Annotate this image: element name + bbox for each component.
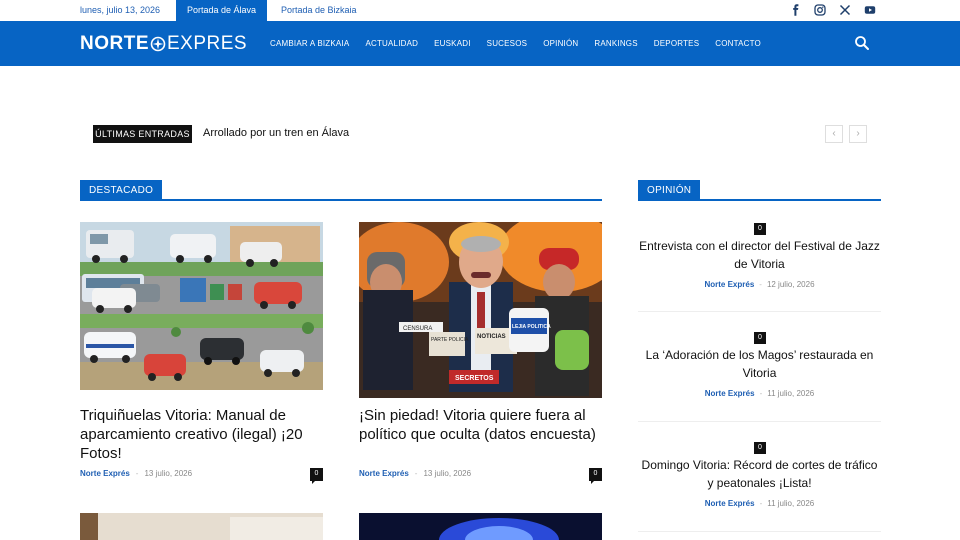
top-bar: lunes, julio 13, 2026 Portada de Álava P… — [0, 0, 960, 21]
search-icon[interactable] — [854, 35, 870, 51]
section-title-opinion: OPINIÓN — [638, 180, 701, 201]
opinion-item: 0 La ‘Adoración de los Magos’ restaurada… — [638, 332, 881, 422]
opinion-title[interactable]: Domingo Vitoria: Récord de cortes de trá… — [638, 456, 881, 492]
section-title-destacado: DESTACADO — [80, 180, 163, 201]
instagram-icon[interactable] — [813, 4, 827, 17]
opinion-meta: Norte Exprés -11 julio, 2026 — [638, 389, 881, 398]
opinion-meta: Norte Exprés -12 julio, 2026 — [638, 280, 881, 289]
article-date: 13 julio, 2026 — [144, 469, 193, 478]
section-header-opinion: OPINIÓN — [638, 180, 881, 201]
logo-text-light: EXPRES — [167, 33, 248, 54]
opinion-title[interactable]: Entrevista con el director del Festival … — [638, 237, 881, 273]
article-meta: Norte Exprés -13 julio, 2026 — [80, 469, 192, 478]
article-thumbnail-politician[interactable]: CENSURA PARTE POLICIA NOTICIAS LEJIA POL… — [359, 222, 602, 398]
article-author[interactable]: Norte Exprés — [80, 469, 130, 478]
article-title[interactable]: Triquiñuelas Vitoria: Manual de aparcami… — [80, 406, 323, 463]
comment-count-badge[interactable]: 0 — [754, 332, 766, 344]
article-meta: Norte Exprés -13 julio, 2026 — [359, 469, 471, 478]
article-image — [359, 513, 602, 540]
opinion-date: 12 julio, 2026 — [766, 280, 815, 289]
facebook-icon[interactable] — [789, 4, 803, 17]
meta-separator: - — [414, 469, 418, 478]
nav-actualidad[interactable]: ACTUALIDAD — [357, 39, 426, 48]
image-label-lejia-politica: LEJIA POLITICA — [512, 324, 551, 330]
nav-deportes[interactable]: DEPORTES — [646, 39, 707, 48]
meta-separator: - — [759, 389, 763, 398]
article-thumbnail-next[interactable] — [359, 513, 602, 540]
nav-opinion[interactable]: OPINIÓN — [535, 39, 586, 48]
opinion-meta: Norte Exprés -11 julio, 2026 — [638, 499, 881, 508]
article-thumbnail-parking[interactable] — [80, 222, 323, 390]
image-label-secretos: SECRETOS — [455, 375, 494, 382]
nav-rankings[interactable]: RANKINGS — [586, 39, 645, 48]
ticker-next-button[interactable]: › — [849, 125, 867, 143]
meta-separator: - — [759, 280, 762, 289]
divider — [638, 531, 881, 532]
divider — [638, 311, 881, 312]
opinion-title[interactable]: La ‘Adoración de los Magos’ restaurada e… — [638, 346, 881, 382]
nav-cambiar-a-bizkaia[interactable]: CAMBIAR A BIZKAIA — [262, 39, 357, 48]
opinion-author[interactable]: Norte Exprés — [705, 389, 755, 398]
comment-count-badge[interactable]: 0 — [589, 468, 602, 484]
image-label-censura: CENSURA — [403, 326, 432, 332]
opinion-date: 11 julio, 2026 — [767, 499, 815, 508]
main-header: NORTE EXPRES CAMBIAR A BIZKAIA ACTUALIDA… — [0, 21, 960, 66]
article-title[interactable]: ¡Sin piedad! Vitoria quiere fuera al pol… — [359, 406, 602, 444]
meta-separator: - — [135, 469, 139, 478]
nav-euskadi[interactable]: EUSKADI — [426, 39, 479, 48]
opinion-author[interactable]: Norte Exprés — [705, 499, 755, 508]
divider — [638, 421, 881, 422]
ticker-label: ÚLTIMAS ENTRADAS — [93, 125, 192, 143]
article-author[interactable]: Norte Exprés — [359, 469, 409, 478]
section-header-destacado: DESTACADO — [80, 180, 602, 201]
comment-count-badge[interactable]: 0 — [754, 223, 766, 235]
nav-sucesos[interactable]: SUCESOS — [479, 39, 536, 48]
image-label-noticias: NOTICIAS — [477, 334, 506, 340]
article-date: 13 julio, 2026 — [423, 469, 472, 478]
meta-separator: - — [759, 499, 763, 508]
x-icon[interactable] — [838, 4, 852, 17]
article-image — [80, 513, 323, 540]
parking-illustration-image — [80, 222, 323, 390]
politician-illustration-image: CENSURA PARTE POLICIA NOTICIAS LEJIA POL… — [359, 222, 602, 398]
compass-icon — [150, 36, 166, 52]
opinion-author[interactable]: Norte Exprés — [704, 280, 754, 289]
article-thumbnail-next[interactable] — [80, 513, 323, 540]
current-date: lunes, julio 13, 2026 — [80, 5, 161, 15]
opinion-item: 0 Domingo Vitoria: Récord de cortes de t… — [638, 442, 881, 532]
opinion-date: 11 julio, 2026 — [767, 389, 815, 398]
tab-portada-bizkaia[interactable]: Portada de Bizkaia — [267, 0, 371, 21]
ticker-headline[interactable]: Arrollado por un tren en Álava — [203, 127, 349, 139]
comment-count-badge[interactable]: 0 — [310, 468, 323, 484]
comment-count-badge[interactable]: 0 — [754, 442, 766, 454]
site-logo[interactable]: NORTE EXPRES — [80, 33, 247, 55]
tab-portada-alava[interactable]: Portada de Álava — [176, 0, 267, 21]
image-label-parte-policia: PARTE POLICIA — [431, 337, 469, 343]
logo-text-bold: NORTE — [80, 33, 149, 54]
opinion-item: 0 Entrevista con el director del Festiva… — [638, 222, 881, 312]
ticker-prev-button[interactable]: ‹ — [825, 125, 843, 143]
nav-contacto[interactable]: CONTACTO — [707, 39, 769, 48]
main-nav: CAMBIAR A BIZKAIA ACTUALIDAD EUSKADI SUC… — [262, 21, 769, 66]
youtube-icon[interactable] — [863, 4, 877, 17]
